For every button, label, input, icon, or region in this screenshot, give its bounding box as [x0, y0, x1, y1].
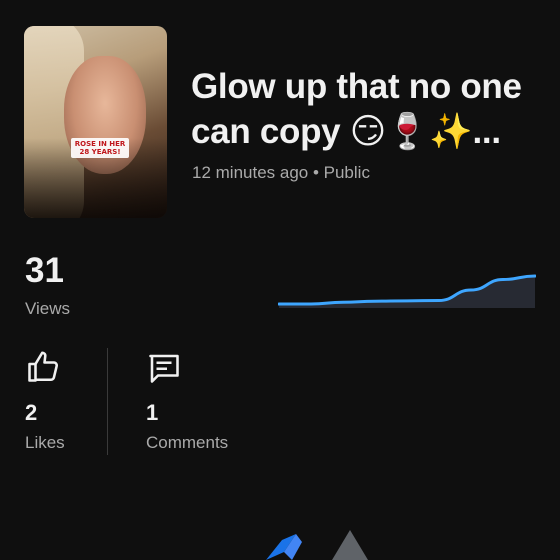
video-title: Glow up that no one can copy 😏🍷✨...: [191, 67, 522, 151]
likes-count: 2: [25, 400, 38, 425]
views-label: Views: [25, 299, 71, 318]
thumbs-up-icon[interactable]: [25, 349, 61, 390]
comments-label: Comments: [146, 433, 229, 452]
views-count: 31: [25, 251, 64, 290]
views-sparkline: [278, 274, 536, 308]
video-meta: 12 minutes ago • Public: [192, 163, 370, 182]
comments-count: 1: [146, 400, 159, 425]
stats-divider: [107, 348, 108, 455]
video-thumbnail[interactable]: ROSE IN HER 28 YEARS!: [24, 26, 167, 218]
likes-label: Likes: [25, 433, 65, 452]
comment-icon[interactable]: [146, 350, 182, 391]
app-logo: [266, 530, 368, 560]
thumbnail-caption: ROSE IN HER 28 YEARS!: [71, 138, 129, 158]
